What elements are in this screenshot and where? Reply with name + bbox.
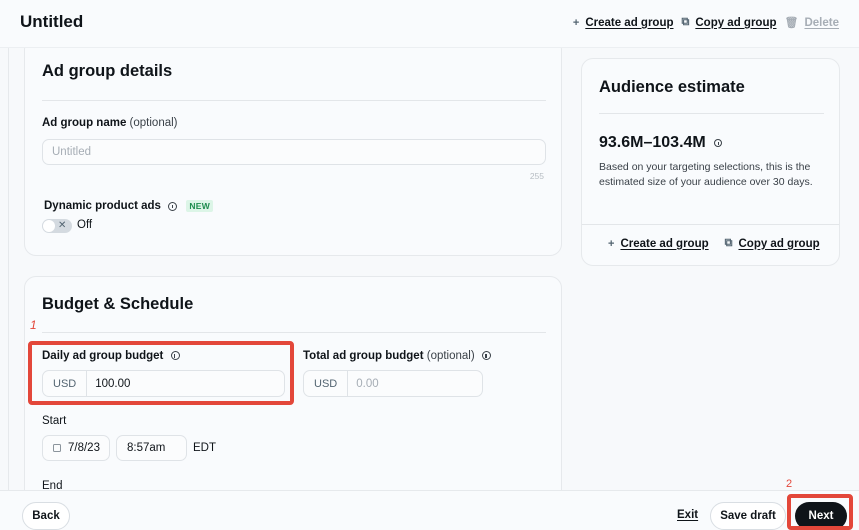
content-area: Ad group details Ad group name (optional…: [0, 48, 859, 490]
annotation-highlight-2: [787, 494, 853, 530]
back-button[interactable]: Back: [22, 502, 70, 530]
currency-prefix: USD: [304, 371, 349, 396]
info-icon[interactable]: [714, 138, 723, 147]
top-bar: Untitled + Create ad group ⧉ Copy ad gro…: [0, 0, 859, 48]
left-rail: [8, 48, 9, 490]
divider: [582, 224, 839, 225]
page-title: Untitled: [20, 12, 84, 31]
annotation-2: 2: [786, 478, 793, 490]
dpa-toggle-state: Off: [77, 219, 93, 231]
info-icon[interactable]: [168, 201, 178, 211]
copy-ad-group-link[interactable]: Copy ad group: [695, 17, 776, 29]
annotation-1: 1: [30, 318, 37, 332]
create-ad-group-link[interactable]: Create ad group: [585, 17, 673, 29]
audience-range: 93.6M–103.4M: [599, 134, 723, 152]
save-draft-button[interactable]: Save draft: [710, 502, 786, 530]
ad-group-details-title: Ad group details: [42, 62, 173, 80]
bottom-bar: Back Exit Save draft Next: [0, 490, 859, 530]
copy-icon: ⧉: [724, 237, 733, 249]
audience-copy-ad-group-link[interactable]: Copy ad group: [738, 238, 819, 250]
ad-group-name-input[interactable]: Untitled: [42, 139, 546, 165]
audience-estimate-title: Audience estimate: [599, 78, 745, 96]
budget-schedule-title: Budget & Schedule: [42, 295, 194, 313]
plus-icon: +: [572, 16, 580, 29]
exit-link[interactable]: Exit: [677, 509, 698, 521]
annotation-highlight-1: [28, 341, 294, 405]
end-label: End: [42, 480, 63, 490]
timezone-label: EDT: [193, 442, 216, 454]
divider: [42, 332, 546, 333]
dpa-toggle[interactable]: ✕: [42, 219, 72, 233]
top-actions: + Create ad group ⧉ Copy ad group 🗑︎ Del…: [573, 16, 839, 29]
divider: [42, 100, 546, 101]
dpa-label-row: Dynamic product ads NEW: [44, 200, 214, 212]
trash-icon: 🗑︎: [784, 17, 799, 29]
ad-group-details-card: Ad group details Ad group name (optional…: [24, 48, 562, 256]
audience-create-ad-group-link[interactable]: Create ad group: [620, 238, 708, 250]
ad-group-name-label: Ad group name (optional): [42, 117, 178, 129]
start-time-input[interactable]: 8:57am: [116, 435, 187, 461]
info-icon[interactable]: [481, 351, 491, 361]
new-badge: NEW: [186, 200, 214, 212]
delete-link[interactable]: Delete: [804, 17, 839, 29]
audience-estimate-card: Audience estimate 93.6M–103.4M Based on …: [581, 58, 840, 266]
total-budget-input[interactable]: USD 0.00: [303, 370, 483, 397]
audience-actions: + Create ad group ⧉ Copy ad group: [608, 237, 820, 250]
plus-icon: +: [608, 237, 615, 250]
x-icon: ✕: [58, 220, 67, 231]
toggle-knob: [43, 220, 55, 232]
divider: [599, 113, 824, 114]
start-date-input[interactable]: 7/8/23: [42, 435, 110, 461]
copy-icon: ⧉: [681, 16, 690, 28]
char-count: 255: [529, 171, 544, 181]
start-label: Start: [42, 415, 67, 427]
calendar-icon: [53, 444, 61, 452]
total-budget-label: Total ad group budget (optional): [303, 350, 491, 362]
total-budget-placeholder: 0.00: [356, 377, 379, 390]
audience-description: Based on your targeting selections, this…: [599, 161, 813, 188]
